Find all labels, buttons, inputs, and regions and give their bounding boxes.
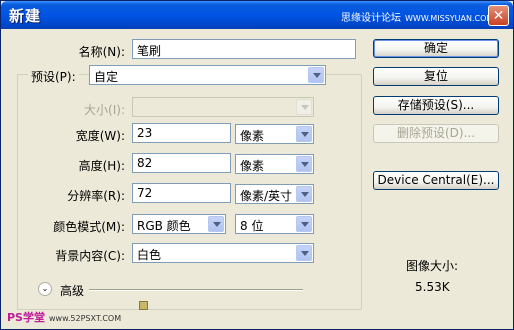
advanced-divider: [89, 289, 303, 291]
watermark-top: 思缘设计论坛 WWW.MISSYUAN.COM: [341, 9, 493, 24]
width-unit-select[interactable]: 像素: [235, 124, 314, 144]
height-unit-select[interactable]: 像素: [235, 154, 314, 174]
bit-depth-select[interactable]: 8 位: [235, 214, 314, 234]
reset-button[interactable]: 复位: [373, 67, 499, 86]
new-document-dialog: 新建 思缘设计论坛 WWW.MISSYUAN.COM ✕ 名称(N): 笔刷 预设…: [0, 0, 514, 330]
dialog-title: 新建: [9, 7, 42, 25]
preset-value: 自定: [94, 70, 119, 84]
color-mode-value: RGB 颜色: [137, 219, 191, 233]
watermark-url: WWW.MISSYUAN.COM: [405, 14, 494, 23]
close-icon: ✕: [492, 8, 505, 24]
chevron-down-icon[interactable]: [208, 216, 224, 232]
delete-preset-button[interactable]: 删除预设(D)...: [373, 124, 499, 143]
chevron-down-icon[interactable]: [296, 216, 312, 232]
chevron-down-icon[interactable]: [308, 67, 324, 83]
chevron-down-icon[interactable]: [296, 245, 312, 261]
size-select[interactable]: [132, 97, 314, 117]
image-size-value: 5.53K: [415, 280, 450, 294]
resolution-label: 分辨率(R):: [67, 189, 125, 203]
size-label: 大小(I):: [84, 103, 125, 117]
double-chevron-down-icon[interactable]: ⌄: [38, 282, 52, 296]
background-label: 背景内容(C):: [55, 249, 125, 263]
chevron-down-icon[interactable]: [296, 186, 312, 202]
preset-select[interactable]: 自定: [89, 65, 326, 85]
height-label: 高度(H):: [78, 159, 125, 173]
watermark-brand: PS学堂: [7, 311, 45, 324]
ok-button[interactable]: 确定: [373, 39, 499, 58]
title-bar[interactable]: 新建 思缘设计论坛 WWW.MISSYUAN.COM ✕: [1, 1, 513, 29]
watermark-site: 思缘设计论坛: [341, 13, 401, 24]
chevron-down-icon[interactable]: [296, 126, 312, 142]
width-input[interactable]: 23: [132, 123, 231, 143]
watermark-bottom-url: www.52PSXT.COM: [48, 314, 122, 323]
color-mode-select[interactable]: RGB 颜色: [132, 214, 226, 234]
chevron-down-icon[interactable]: [296, 99, 312, 115]
color-mode-label: 颜色模式(M):: [53, 220, 125, 234]
name-input[interactable]: 笔刷: [132, 39, 356, 59]
resolution-unit-select[interactable]: 像素/英寸: [235, 184, 314, 204]
save-preset-button[interactable]: 存储预设(S)...: [373, 96, 499, 115]
resolution-input[interactable]: 72: [132, 183, 231, 203]
chevron-down-icon[interactable]: [296, 156, 312, 172]
watermark-bottom: PS学堂 www.52PSXT.COM: [7, 309, 121, 325]
resize-grip-icon: [139, 301, 148, 310]
height-unit-value: 像素: [240, 159, 265, 173]
resolution-unit-value: 像素/英寸: [240, 189, 293, 203]
advanced-label[interactable]: 高级: [60, 282, 84, 299]
bit-depth-value: 8 位: [240, 219, 264, 233]
image-size-label: 图像大小:: [406, 259, 459, 273]
device-central-button[interactable]: Device Central(E)...: [373, 171, 499, 190]
name-label: 名称(N):: [78, 45, 125, 59]
close-button[interactable]: ✕: [488, 5, 509, 26]
background-value: 白色: [137, 248, 162, 262]
width-unit-value: 像素: [240, 129, 265, 143]
background-select[interactable]: 白色: [132, 243, 314, 263]
preset-label: 预设(P):: [28, 68, 79, 85]
height-input[interactable]: 82: [132, 153, 231, 173]
width-label: 宽度(W):: [75, 129, 125, 143]
